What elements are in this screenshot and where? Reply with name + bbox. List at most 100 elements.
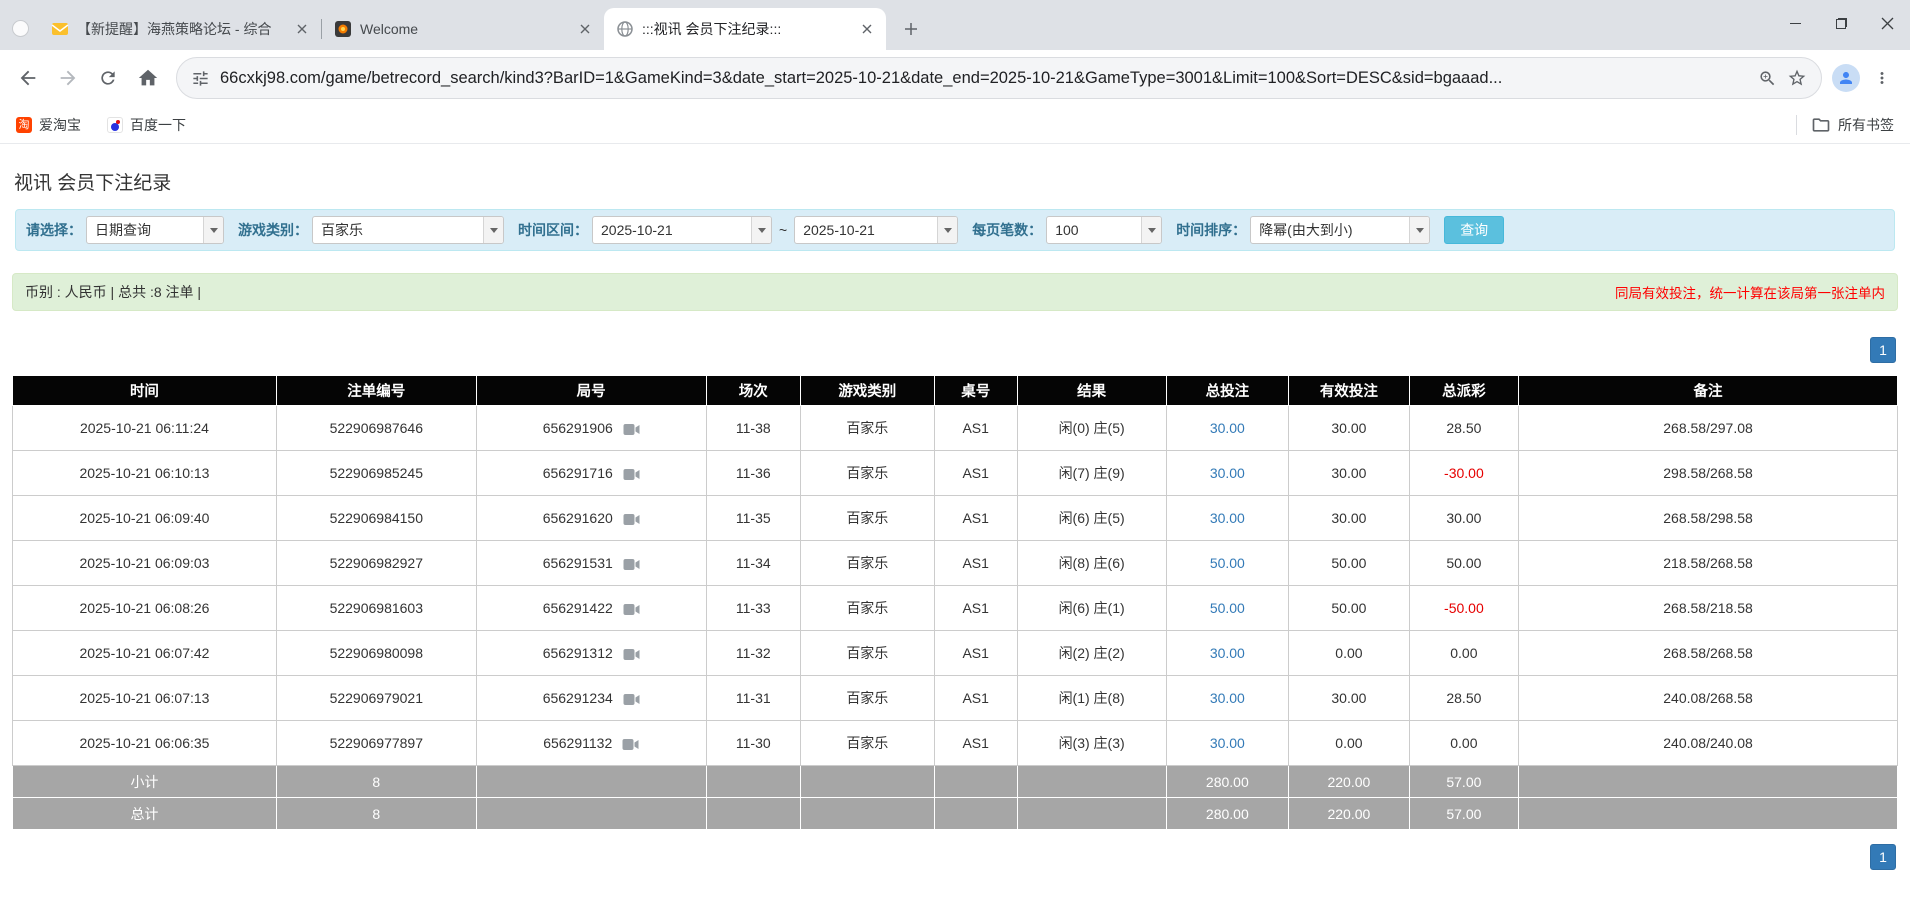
filter-date-start-dropdown[interactable]: 2025-10-21 bbox=[592, 216, 772, 244]
tune-icon[interactable] bbox=[191, 69, 210, 88]
minimize-button[interactable] bbox=[1772, 0, 1818, 46]
time-cell: 2025-10-21 06:07:13 bbox=[12, 675, 277, 721]
video-icon[interactable] bbox=[623, 558, 640, 571]
valid-bet-cell: 30.00 bbox=[1288, 675, 1410, 721]
zoom-icon[interactable] bbox=[1758, 69, 1777, 88]
subtotal-count: 8 bbox=[275, 765, 477, 798]
bookmark-label: 百度一下 bbox=[130, 116, 186, 133]
game-type-cell: 百家乐 bbox=[799, 495, 935, 541]
video-icon[interactable] bbox=[622, 738, 639, 751]
bet-id-cell: 522906977897 bbox=[275, 720, 477, 766]
filter-per-page-dropdown[interactable]: 100 bbox=[1046, 216, 1163, 244]
bookmark-star-icon[interactable] bbox=[1787, 68, 1807, 88]
profile-icon[interactable] bbox=[1832, 64, 1860, 92]
chevron-down-icon[interactable] bbox=[1141, 217, 1162, 243]
total-bet-link[interactable]: 30.00 bbox=[1210, 645, 1245, 661]
round-number: 656291234 bbox=[542, 690, 613, 706]
all-bookmarks-button[interactable]: 所有书签 bbox=[1811, 115, 1894, 135]
tab-title: :::视讯 会员下注纪录::: bbox=[642, 21, 782, 37]
result-cell: 闲(7) 庄(9) bbox=[1016, 450, 1167, 496]
close-button[interactable] bbox=[1864, 0, 1910, 46]
tab-strip-icon[interactable] bbox=[12, 20, 29, 37]
video-icon[interactable] bbox=[623, 468, 640, 481]
browser-tab-forum[interactable]: 【新提醒】海燕策略论坛 - 综合 bbox=[39, 8, 321, 50]
forward-button[interactable] bbox=[50, 60, 86, 96]
valid-bet-cell: 0.00 bbox=[1288, 630, 1410, 676]
browser-tab-welcome[interactable]: Welcome bbox=[322, 8, 604, 50]
maximize-button[interactable] bbox=[1818, 0, 1864, 46]
chevron-down-icon[interactable] bbox=[483, 217, 503, 243]
pagination-top: 1 bbox=[14, 337, 1896, 363]
browser-tab-betrecord[interactable]: :::视讯 会员下注纪录::: bbox=[604, 8, 886, 50]
new-tab-button[interactable] bbox=[896, 14, 926, 44]
filter-game-dropdown[interactable]: 百家乐 bbox=[312, 216, 504, 244]
subtotal-valid-bet: 220.00 bbox=[1288, 765, 1410, 798]
payout-cell: 28.50 bbox=[1408, 675, 1520, 721]
filter-sort-dropdown[interactable]: 降幂(由大到小) bbox=[1250, 216, 1431, 244]
grand-total-payout: 57.00 bbox=[1408, 797, 1520, 830]
chevron-down-icon[interactable] bbox=[937, 217, 958, 243]
valid-bet-cell: 30.00 bbox=[1288, 450, 1410, 496]
page-title: 视讯 会员下注纪录 bbox=[14, 173, 172, 194]
forum-favicon-icon bbox=[51, 20, 69, 38]
refresh-button[interactable] bbox=[90, 60, 126, 96]
filter-game-label: 游戏类别： bbox=[238, 222, 308, 238]
header-round: 局号 bbox=[475, 375, 707, 406]
total-bet-link[interactable]: 50.00 bbox=[1210, 600, 1245, 616]
total-bet-link[interactable]: 30.00 bbox=[1210, 420, 1245, 436]
chevron-down-icon[interactable] bbox=[203, 217, 223, 243]
page-button-1[interactable]: 1 bbox=[1870, 337, 1896, 363]
menu-kebab-icon[interactable] bbox=[1864, 60, 1900, 96]
page-button-1[interactable]: 1 bbox=[1870, 844, 1896, 870]
bet-id-cell: 522906981603 bbox=[275, 585, 477, 631]
bookmark-baidu[interactable]: 百度一下 bbox=[107, 115, 186, 135]
video-icon[interactable] bbox=[623, 693, 640, 706]
header-time: 时间 bbox=[12, 375, 277, 406]
time-cell: 2025-10-21 06:10:13 bbox=[12, 450, 277, 496]
note-cell: 218.58/268.58 bbox=[1518, 540, 1898, 586]
video-icon[interactable] bbox=[623, 603, 640, 616]
chevron-down-icon[interactable] bbox=[751, 217, 771, 243]
video-icon[interactable] bbox=[623, 513, 640, 526]
payout-cell: 30.00 bbox=[1408, 495, 1520, 541]
time-cell: 2025-10-21 06:09:03 bbox=[12, 540, 277, 586]
filter-select-dropdown[interactable]: 日期查询 bbox=[86, 216, 224, 244]
bookmark-aitaobao[interactable]: 淘 爱淘宝 bbox=[16, 115, 81, 135]
filter-date-end-value: 2025-10-21 bbox=[803, 222, 875, 238]
round-number: 656291620 bbox=[542, 510, 613, 526]
search-button[interactable]: 查询 bbox=[1444, 216, 1505, 244]
table-row: 2025-10-21 06:07:13 522906979021 6562912… bbox=[12, 675, 1898, 721]
address-bar[interactable]: 66cxkj98.com/game/betrecord_search/kind3… bbox=[176, 57, 1822, 99]
time-cell: 2025-10-21 06:11:24 bbox=[12, 405, 277, 451]
tab-strip: 【新提醒】海燕策略论坛 - 综合 Welcome :::视讯 会员下注纪录::: bbox=[0, 0, 1910, 50]
filter-date-end-dropdown[interactable]: 2025-10-21 bbox=[794, 216, 959, 244]
tab-title: Welcome bbox=[360, 21, 419, 37]
total-bet-link[interactable]: 50.00 bbox=[1210, 555, 1245, 571]
bookmarks-divider bbox=[1796, 114, 1797, 135]
result-cell: 闲(3) 庄(3) bbox=[1016, 720, 1167, 766]
game-type-cell: 百家乐 bbox=[799, 450, 935, 496]
table-no-cell: AS1 bbox=[933, 630, 1018, 676]
tab-close-icon[interactable] bbox=[293, 20, 311, 38]
total-bet-link[interactable]: 30.00 bbox=[1210, 465, 1245, 481]
total-bet-cell: 50.00 bbox=[1165, 540, 1290, 586]
total-bet-link[interactable]: 30.00 bbox=[1210, 510, 1245, 526]
back-button[interactable] bbox=[10, 60, 46, 96]
time-cell: 2025-10-21 06:08:26 bbox=[12, 585, 277, 631]
bet-id-cell: 522906980098 bbox=[275, 630, 477, 676]
table-no-cell: AS1 bbox=[933, 720, 1018, 766]
summary-note: 同局有效投注，统一计算在该局第一张注单内 bbox=[1615, 286, 1885, 301]
chevron-down-icon[interactable] bbox=[1409, 217, 1430, 243]
video-icon[interactable] bbox=[623, 423, 640, 436]
video-icon[interactable] bbox=[623, 648, 640, 661]
window-controls bbox=[1772, 0, 1910, 46]
tab-close-icon[interactable] bbox=[576, 20, 594, 38]
total-bet-link[interactable]: 30.00 bbox=[1210, 690, 1245, 706]
url-text[interactable]: 66cxkj98.com/game/betrecord_search/kind3… bbox=[220, 69, 1748, 88]
home-button[interactable] bbox=[130, 60, 166, 96]
session-cell: 11-31 bbox=[705, 675, 801, 721]
total-bet-link[interactable]: 30.00 bbox=[1210, 735, 1245, 751]
header-valid-bet: 有效投注 bbox=[1288, 375, 1410, 406]
round-cell: 656291716 bbox=[475, 450, 707, 496]
tab-close-icon[interactable] bbox=[858, 20, 876, 38]
